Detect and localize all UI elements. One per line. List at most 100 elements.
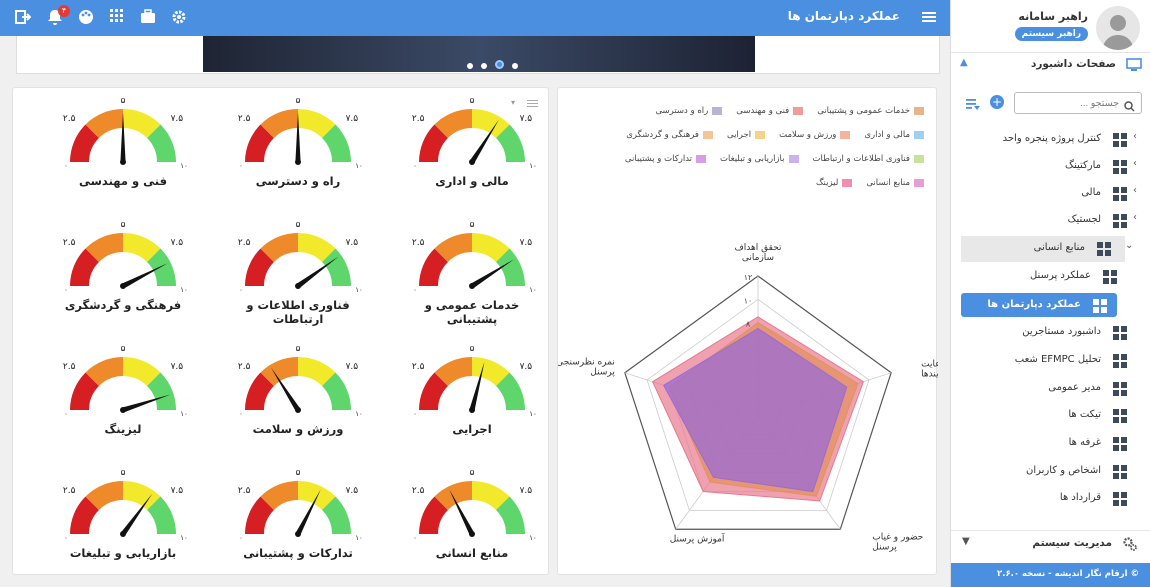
user-name: راهبر سامانه [1018,10,1088,23]
gauge-label: ورزش و سلامت [252,422,344,436]
sidebar-item[interactable]: داشبورد مستاجرین [951,320,1150,346]
gauge-tick-label: ۵ [296,346,301,354]
system-management-item[interactable]: مدیریت سیستم ▼ [950,535,1150,557]
legend-item[interactable]: فنی و مهندسی [736,106,804,116]
legend-item[interactable]: راه و دسترسی [655,106,723,116]
gauge-tick-label: ۰ [413,286,417,294]
sidebar-item[interactable]: مدیر عمومی [951,376,1150,402]
chevron-down-icon[interactable]: ⌄ [1125,240,1133,251]
slider-dots [463,54,522,73]
sidebar-item-label: تیکت ها [1068,409,1101,420]
slider-dot[interactable] [481,63,487,69]
logout-icon[interactable] [14,9,32,27]
apps-grid-icon[interactable] [108,9,126,27]
sidebar-item[interactable]: مارکتینگ › [951,154,1150,180]
top-bar: عملکرد دپارتمان ها ۴ [0,0,950,36]
gauge-hub [469,283,475,289]
chevron-right-icon[interactable]: › [1133,212,1137,223]
search-box[interactable] [1014,92,1142,114]
gauge-tick-label: ۷.۵ [520,486,533,496]
system-management-label: مدیریت سیستم [1032,537,1112,549]
sidebar-item[interactable]: منابع انسانی ⌄ [961,236,1133,262]
slider-dot[interactable] [467,63,473,69]
chevron-right-icon[interactable]: › [1133,131,1137,142]
gauge-label: فناوری اطلاعات و ارتباطات [246,298,350,326]
sidebar-item[interactable]: غرفه ها [951,431,1150,457]
sidebar-item-label: لجستیک [1067,214,1101,225]
legend-item[interactable]: لیزینگ [816,178,853,188]
gauge-tick-label: ۲.۵ [412,114,425,124]
legend-item[interactable]: منابع انسانی [866,178,924,188]
chevron-right-icon[interactable]: › [1133,185,1137,196]
dashboard-icon [1103,270,1117,284]
dashboard-icon [1113,492,1127,506]
gauge-tick-label: ۱۰ [180,534,188,542]
sidebar-item[interactable]: تیکت ها [951,403,1150,429]
settings-icon[interactable] [170,9,188,27]
palette-icon[interactable] [77,9,95,27]
gauge-tick-label: ۰ [64,162,68,170]
legend-item[interactable]: بازاریابی و تبلیغات [720,154,799,164]
gauge-label: فرهنگی و گردشگری [64,298,182,312]
sidebar-item[interactable]: قرارداد ها [951,486,1150,512]
gauge-tick-label: ۱۰ [355,410,363,418]
legend-label: ورزش و سلامت [779,130,837,140]
gauge-tick-label: ۰ [239,534,243,542]
legend-item[interactable]: ورزش و سلامت [779,130,851,140]
filter-list-icon[interactable] [966,96,980,115]
radar-series[interactable] [663,327,848,493]
sidebar-item[interactable]: مالی › [951,181,1150,207]
gauge-tick-label: ۵ [470,470,475,478]
footer-text: © ارقام نگار اندیشه - نسخه ۲.۶.۰ [997,569,1139,579]
gauge-tick-label: ۲.۵ [412,486,425,496]
chevron-right-icon[interactable]: › [1133,158,1137,169]
legend-item[interactable]: فرهنگی و گردشگری [626,130,713,140]
slider-dot-active[interactable] [495,60,504,69]
legend-swatch [793,106,804,115]
gauge-tick-label: ۰ [239,162,243,170]
legend-item[interactable]: فناوری اطلاعات و ارتباطات [812,154,924,164]
legend-label: فناوری اطلاعات و ارتباطات [812,154,911,164]
gauge-tick-label: ۱۰ [355,162,363,170]
sidebar-item[interactable]: لجستیک › [951,208,1150,234]
search-icon [1124,97,1135,116]
sidebar-item[interactable]: عملکرد دپارتمان ها [961,293,1117,317]
briefcase-icon[interactable] [139,9,157,27]
radar-chart: ۸ ۱۰ ۱۲ تحقق اهدافسازمانی رعایتفرآیندها حضور … [558,243,938,552]
legend-item[interactable]: تدارکات و پشتیبانی [625,154,707,164]
dashboard-section-header[interactable]: صفحات داشبورد ▲ [952,57,1142,79]
gauge: ۲.۵ ۵ ۷.۵ ۰ ۱۰ فرهنگی و گردشگری [53,222,193,322]
gauge-tick-label: ۷.۵ [171,362,184,372]
gauge-hub [120,407,126,413]
dashboard-icon [1113,326,1127,340]
dashboard-icon [1113,160,1127,174]
gauge-label: تدارکات و پشتیبانی [243,546,353,560]
legend-label: خدمات عمومی و پشتیبانی [817,106,910,116]
chevron-down-icon[interactable]: ▼ [962,536,970,547]
legend-item[interactable]: مالی و اداری [864,130,924,140]
sidebar-item[interactable]: عملکرد پرسنل [951,264,1150,290]
sidebar-item-label: قرارداد ها [1059,492,1101,503]
sidebar-item[interactable]: تحلیل EFMPC شعب [951,348,1150,374]
gauge-tick-label: ۱۰ [180,286,188,294]
add-icon[interactable]: + [990,95,1004,109]
legend-item[interactable]: خدمات عمومی و پشتیبانی [817,106,924,116]
avatar[interactable] [1096,6,1140,50]
sidebar-item[interactable]: اشخاص و کاربران [951,459,1150,485]
legend-swatch [788,154,799,163]
gauge-hub [295,283,301,289]
gauge-tick-label: ۰ [239,410,243,418]
gauge-label: اجرایی [452,422,492,436]
chevron-up-icon[interactable]: ▲ [960,57,968,68]
menu-icon[interactable] [922,10,936,24]
search-input[interactable] [1023,95,1119,111]
sidebar-item[interactable]: کنترل پروژه پنجره واحد › [951,127,1150,153]
gauge-tick-label: ۵ [296,98,301,106]
slider-dot[interactable] [512,63,518,69]
gauge-tick-label: ۲.۵ [238,486,251,496]
bell-icon[interactable]: ۴ [46,5,70,27]
legend-swatch [840,130,851,139]
gauge-tick-label: ۲.۵ [63,114,76,124]
legend-item[interactable]: اجرایی [727,130,766,140]
gauge-tick-label: ۱۰ [355,534,363,542]
